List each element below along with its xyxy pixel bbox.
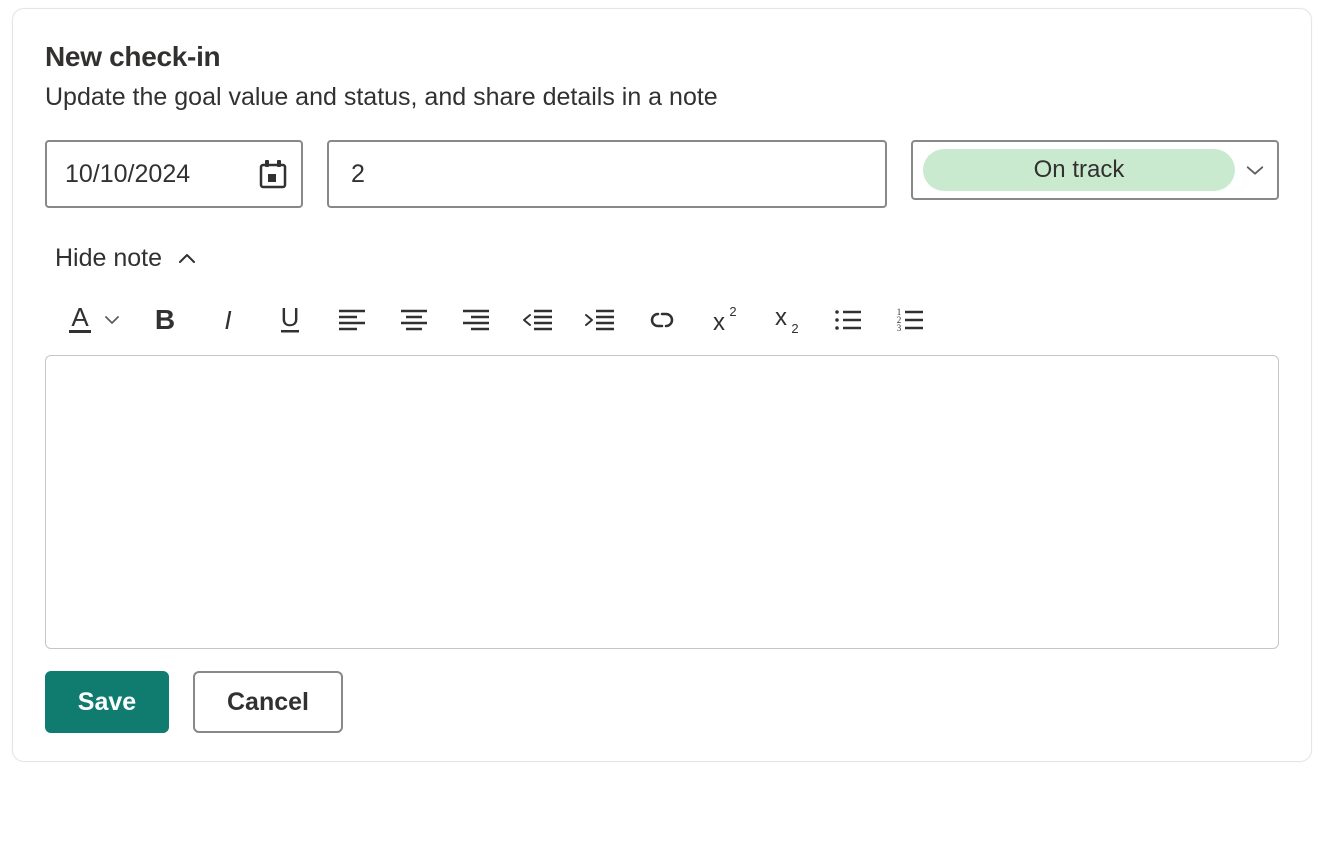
rich-text-toolbar: A B I U (45, 303, 1279, 355)
toggle-note-button[interactable]: Hide note (55, 244, 198, 273)
svg-text:A: A (71, 304, 89, 332)
svg-text:I: I (224, 305, 231, 335)
bulleted-list-button[interactable] (831, 303, 865, 337)
font-color-chevron[interactable] (103, 303, 121, 337)
save-button[interactable]: Save (45, 671, 169, 733)
numbered-list-button[interactable]: 1 2 3 (893, 303, 927, 337)
svg-text:3: 3 (897, 323, 902, 333)
outdent-button[interactable] (521, 303, 555, 337)
chevron-up-icon (176, 252, 198, 266)
status-dropdown[interactable]: On track (911, 140, 1279, 200)
status-pill: On track (923, 149, 1235, 191)
align-right-button[interactable] (459, 303, 493, 337)
align-left-button[interactable] (335, 303, 369, 337)
svg-text:U: U (281, 304, 300, 332)
subscript-button[interactable]: x 2 (769, 303, 803, 337)
superscript-button[interactable]: x 2 (707, 303, 741, 337)
card-title: New check-in (45, 41, 1279, 73)
date-input[interactable]: 10/10/2024 (45, 140, 303, 208)
check-in-card: New check-in Update the goal value and s… (12, 8, 1312, 762)
cancel-button[interactable]: Cancel (193, 671, 343, 733)
calendar-icon[interactable] (259, 159, 287, 189)
value-input-wrapper[interactable] (327, 140, 887, 208)
svg-text:x: x (713, 309, 725, 334)
italic-button[interactable]: I (211, 303, 245, 337)
svg-text:2: 2 (791, 321, 798, 335)
link-button[interactable] (645, 303, 679, 337)
actions-row: Save Cancel (45, 671, 1279, 733)
align-center-button[interactable] (397, 303, 431, 337)
indent-button[interactable] (583, 303, 617, 337)
note-editor[interactable] (45, 355, 1279, 649)
font-color-button[interactable]: A (63, 303, 97, 337)
chevron-down-icon (1245, 163, 1265, 177)
toggle-note-label: Hide note (55, 244, 162, 273)
svg-text:2: 2 (729, 306, 736, 319)
svg-text:x: x (775, 305, 787, 331)
value-input[interactable] (349, 159, 865, 190)
svg-text:B: B (155, 305, 175, 335)
date-value: 10/10/2024 (65, 160, 190, 189)
bold-button[interactable]: B (149, 303, 183, 337)
underline-button[interactable]: U (273, 303, 307, 337)
card-subtitle: Update the goal value and status, and sh… (45, 83, 1279, 112)
inputs-row: 10/10/2024 On track (45, 140, 1279, 208)
